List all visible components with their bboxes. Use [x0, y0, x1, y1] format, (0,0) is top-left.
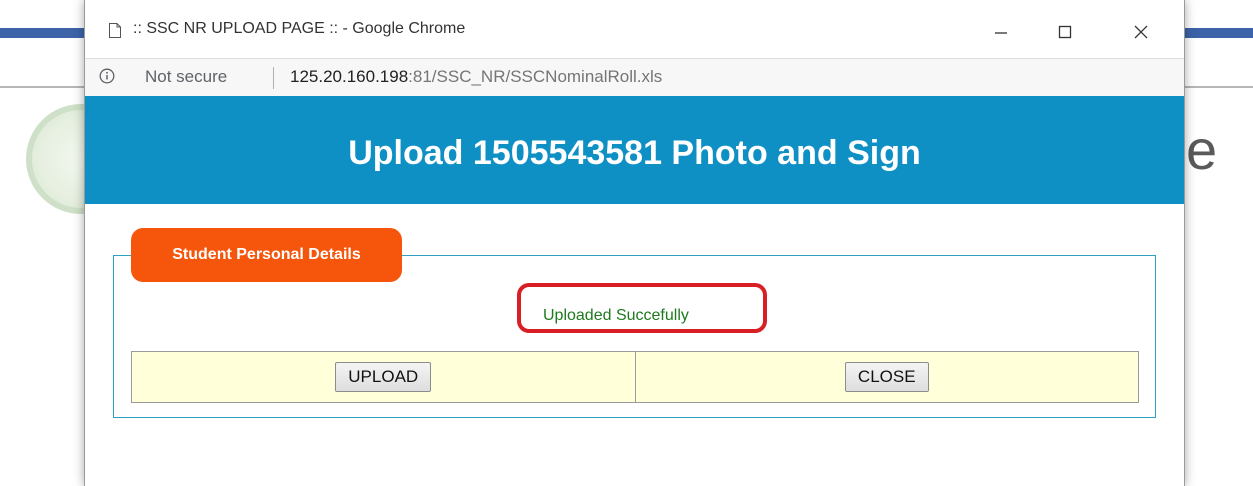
background-title-fragment: e: [1186, 118, 1218, 181]
upload-cell: UPLOAD: [132, 352, 635, 402]
background-header-stripe: [0, 28, 84, 38]
maximize-icon: [1058, 25, 1072, 39]
page-icon: [109, 23, 121, 38]
upload-button[interactable]: UPLOAD: [335, 362, 432, 392]
close-window-button[interactable]: [1118, 12, 1164, 52]
minimize-icon: [995, 32, 1007, 34]
section-legend: Student Personal Details: [131, 228, 402, 282]
page-title: Upload 1505543581 Photo and Sign: [348, 133, 921, 172]
section-legend-label: Student Personal Details: [172, 246, 361, 263]
background-divider: [1181, 86, 1253, 88]
annotation-highlight-ring: [517, 283, 767, 333]
screen: e :: SSC NR UPLOAD PAGE :: - Google Chro…: [0, 0, 1253, 486]
window-title: :: SSC NR UPLOAD PAGE :: - Google Chrome: [133, 20, 466, 37]
info-icon[interactable]: [99, 68, 115, 84]
minimize-button[interactable]: [978, 12, 1024, 52]
maximize-button[interactable]: [1042, 12, 1088, 52]
background-divider: [0, 86, 84, 88]
close-button[interactable]: CLOSE: [844, 362, 929, 392]
address-separator: [273, 67, 274, 89]
action-button-row: UPLOAD CLOSE: [131, 351, 1139, 403]
chrome-popup-window: :: SSC NR UPLOAD PAGE :: - Google Chrome: [84, 0, 1185, 486]
address-bar[interactable]: Not secure 125.20.160.198:81/SSC_NR/SSCN…: [85, 58, 1184, 96]
url-host: 125.20.160.198: [290, 67, 409, 86]
page-header: Upload 1505543581 Photo and Sign: [85, 96, 1184, 204]
url-text[interactable]: 125.20.160.198:81/SSC_NR/SSCNominalRoll.…: [290, 67, 662, 87]
close-cell: CLOSE: [634, 352, 1139, 402]
background-header-stripe: [1181, 28, 1253, 38]
close-icon: [1134, 25, 1148, 39]
security-label[interactable]: Not secure: [145, 67, 227, 87]
window-titlebar: :: SSC NR UPLOAD PAGE :: - Google Chrome: [85, 0, 1184, 62]
url-path: :81/SSC_NR/SSCNominalRoll.xls: [408, 67, 663, 86]
